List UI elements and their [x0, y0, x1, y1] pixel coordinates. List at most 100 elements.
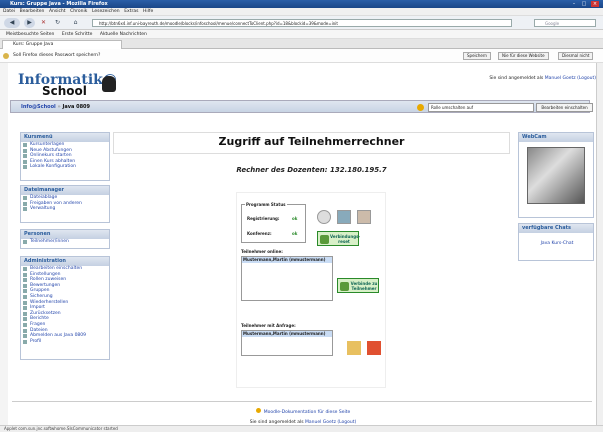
chat-link[interactable]: Java Kurs-Chat: [519, 241, 595, 246]
program-status: Programm Status Registrierung: ok Konfer…: [241, 202, 306, 243]
block-item[interactable]: Teilnehmer/innen: [21, 239, 109, 245]
menu-datei[interactable]: Datei: [3, 8, 15, 16]
block-item[interactable]: Verwaltung: [21, 206, 109, 212]
not-now-button[interactable]: Diesmal nicht: [558, 52, 594, 60]
connect-participant-button[interactable]: Verbinde zu Teilnehmer: [337, 278, 379, 293]
reload-icon[interactable]: ↻: [52, 18, 63, 28]
tab-bar: Kurs: Gruppe Java: [0, 39, 603, 49]
help-icon[interactable]: [417, 104, 424, 111]
item-icon: [23, 207, 27, 212]
bookmark-meistbesucht[interactable]: Meistbesuchte Seiten: [6, 32, 54, 37]
breadcrumb-sep: »: [57, 104, 61, 110]
breadcrumb: Info@School » Java 0809: [21, 104, 90, 110]
search-input[interactable]: Google: [534, 19, 596, 27]
menu-chronik[interactable]: Chronik: [70, 8, 87, 16]
edit-mode-button[interactable]: Bearbeiten einschalten: [536, 103, 593, 112]
item-icon: [23, 328, 27, 333]
close-icon[interactable]: ×: [591, 1, 599, 7]
item-icon: [23, 240, 27, 244]
item-label: Neue Abstufungen: [30, 147, 72, 153]
reset-connection-button[interactable]: Verbindungs-reset: [317, 231, 361, 246]
menu-ansicht[interactable]: Ansicht: [49, 8, 66, 16]
menu-hilfe[interactable]: Hilfe: [143, 8, 153, 16]
item-icon: [23, 267, 27, 271]
url-text: http://btn6x4.inf.uni-bayreuth.de/moodle…: [99, 21, 338, 26]
stop-icon[interactable]: ✕: [38, 18, 49, 28]
item-label: Berichte: [30, 316, 49, 322]
status-legend: Programm Status: [245, 202, 287, 207]
penguin-icon: [102, 76, 116, 92]
item-label: Kursunterlagen: [30, 142, 65, 147]
tab-kurs-gruppe-java[interactable]: Kurs: Gruppe Java: [2, 40, 122, 49]
item-icon: [23, 201, 27, 206]
chats-title: verfügbare Chats: [519, 224, 593, 233]
control-panel: Programm Status Registrierung: ok Konfer…: [236, 192, 386, 388]
request-label: Teilnehmer mit Anfrage:: [241, 323, 296, 328]
breadcrumb-home[interactable]: Info@School: [21, 104, 56, 110]
request-list[interactable]: Mustermann,Martin (mmustermann): [241, 330, 333, 356]
item-icon: [23, 272, 27, 277]
settings-icon[interactable]: [317, 210, 331, 224]
forward-icon[interactable]: ▶: [24, 18, 35, 28]
home-icon[interactable]: ⌂: [70, 18, 81, 28]
item-label: Einstellungen: [30, 271, 61, 277]
item-icon: [23, 289, 27, 294]
login-info: Sie sind angemeldet als Manuel Goetz (Lo…: [489, 76, 596, 81]
item-label: Verwaltung: [30, 206, 56, 212]
url-bar[interactable]: http://btn6x4.inf.uni-bayreuth.de/moodle…: [92, 19, 512, 27]
reset-label: Verbindungs-reset: [330, 234, 361, 244]
status-value: ok: [292, 231, 298, 236]
item-label: Lokale Konfiguration: [30, 164, 77, 170]
item-icon: [23, 306, 27, 311]
item-label: Bearbeiten einschalten: [30, 266, 83, 271]
minimize-icon[interactable]: –: [570, 1, 578, 7]
info-icon[interactable]: [337, 210, 351, 224]
list-item[interactable]: Mustermann,Martin (mmustermann): [242, 257, 332, 263]
block-item[interactable]: Profil: [21, 339, 109, 345]
item-icon: [23, 317, 27, 322]
logout-link[interactable]: (Logout): [577, 76, 596, 81]
footer-divider: [12, 401, 592, 402]
save-password-button[interactable]: Speichern: [463, 52, 491, 60]
moodle-doc-link[interactable]: Moodle-Dokumentation für diese Seite: [8, 408, 598, 415]
item-icon: [23, 148, 27, 153]
status-label: Konferenz:: [247, 231, 272, 236]
menu-extras[interactable]: Extras: [124, 8, 138, 16]
navigation-toolbar: ◀ ▶ ✕ ↻ ⌂ http://btn6x4.inf.uni-bayreuth…: [0, 16, 603, 30]
block-title: Kursmenü: [21, 133, 109, 142]
block-item[interactable]: Lokale Konfiguration: [21, 164, 109, 170]
block-chats: verfügbare Chats Java Kurs-Chat: [518, 223, 594, 261]
bookmark-nachrichten[interactable]: Aktuelle Nachrichten: [100, 32, 147, 37]
item-label: Fragen: [30, 321, 46, 327]
item-label: Profil: [30, 338, 42, 344]
item-label: Wiederherstellen: [30, 299, 69, 305]
vertical-scrollbar[interactable]: [596, 63, 603, 425]
item-label: Zurücksetzen: [30, 310, 61, 316]
bookmark-erste-schritte[interactable]: Erste Schritte: [62, 32, 93, 37]
item-label: Gruppen: [30, 288, 50, 294]
item-icon: [23, 322, 27, 327]
block-title: Personen: [21, 230, 109, 239]
never-button[interactable]: Nie für diese Website: [498, 52, 549, 60]
reject-icon[interactable]: [367, 341, 381, 355]
window-titlebar: Kurs: Gruppe Java - Mozilla Firefox – □ …: [0, 0, 603, 8]
login-prefix: Sie sind angemeldet als: [489, 76, 544, 81]
menu-bearbeiten[interactable]: Bearbeiten: [20, 8, 45, 16]
item-icon: [23, 300, 27, 305]
back-icon[interactable]: ◀: [4, 18, 20, 28]
accept-icon[interactable]: [347, 341, 361, 355]
item-icon: [23, 311, 27, 316]
tab-label: Kurs: Gruppe Java: [13, 42, 54, 47]
role-select[interactable]: Rolle umschalten auf: [428, 103, 534, 112]
notification-text: Soll Firefox dieses Passwort speichern?: [13, 53, 101, 58]
tools-icon[interactable]: [357, 210, 371, 224]
connect-label: Verbinde zu Teilnehmer: [350, 281, 378, 291]
status-label: Registrierung:: [247, 216, 280, 221]
bookmarks-bar: Meistbesuchte Seiten Erste Schritte Aktu…: [0, 30, 603, 39]
user-link[interactable]: Manuel Goetz: [545, 76, 576, 81]
online-list[interactable]: Mustermann,Martin (mmustermann): [241, 256, 333, 301]
maximize-icon[interactable]: □: [580, 1, 588, 7]
list-item[interactable]: Mustermann,Martin (mmustermann): [242, 331, 332, 337]
item-icon: [23, 283, 27, 288]
menu-lesezeichen[interactable]: Lesezeichen: [92, 8, 120, 16]
